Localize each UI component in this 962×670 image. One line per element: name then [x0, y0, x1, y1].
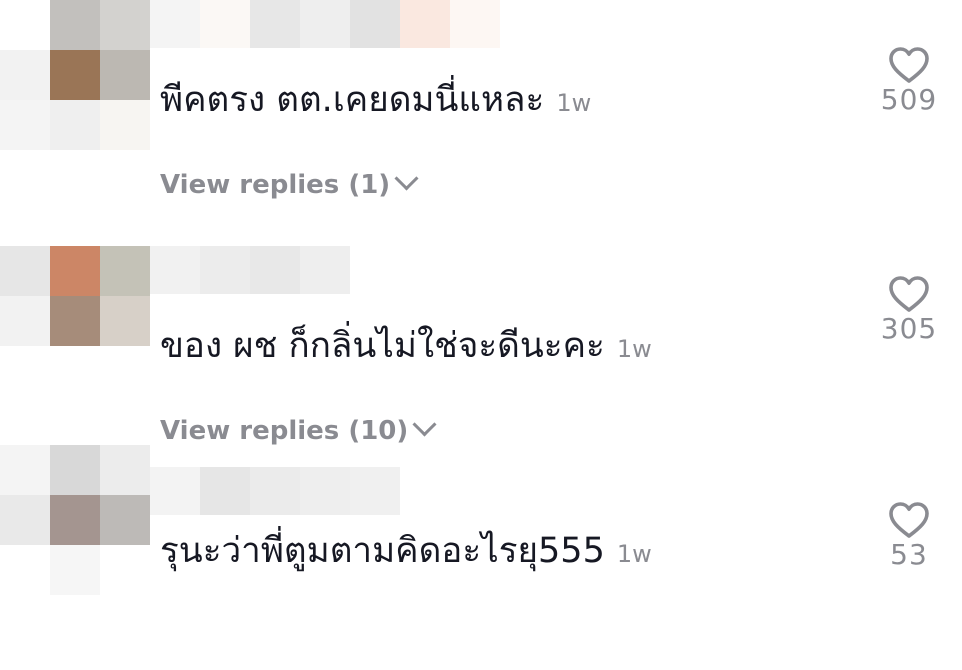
comment-body: รุนะว่าพี่ตูมตามคิดอะไรยุ555: [160, 531, 605, 571]
comment-text: ของ ผช ก็กลิ่นไม่ใช่จะดีนะคะ 1w: [160, 324, 652, 371]
avatar-tile: [50, 246, 100, 296]
blur-block: [400, 467, 450, 515]
like-button[interactable]: 53: [868, 500, 950, 572]
blur-block: [350, 0, 400, 48]
avatar-tile: [0, 495, 50, 545]
comment-item: ของ ผช ก็กลิ่นไม่ใช่จะดีนะคะ 1w View repl…: [0, 246, 962, 471]
avatar-tile: [50, 445, 100, 495]
blur-block: [150, 0, 200, 48]
avatar-tile: [50, 50, 100, 100]
username-blurred[interactable]: [150, 467, 500, 515]
avatar-tile: [100, 0, 150, 50]
avatar-tile: [0, 246, 50, 296]
avatar-tile: [0, 50, 50, 100]
like-count: 53: [890, 538, 928, 571]
avatar-tile: [50, 495, 100, 545]
avatar-tile: [100, 100, 150, 150]
comment-text: รุนะว่าพี่ตูมตามคิดอะไรยุ555 1w: [160, 529, 652, 576]
avatar-tile: [0, 296, 50, 346]
avatar-tile: [100, 246, 150, 296]
avatar-tile: [50, 545, 100, 595]
blur-block: [450, 0, 500, 48]
chevron-down-icon: [394, 166, 419, 191]
avatar-tile: [50, 0, 100, 50]
blur-block: [150, 246, 200, 294]
avatar-tile: [0, 445, 50, 495]
username-blurred[interactable]: [150, 0, 500, 48]
blur-block: [250, 467, 300, 515]
avatar[interactable]: [0, 0, 150, 150]
comment-item: พีคตรง ตต.เคยดมนี่แหละ 1w View replies (1…: [0, 0, 962, 225]
chevron-down-icon: [412, 412, 437, 437]
heart-icon: [889, 502, 929, 538]
like-count: 509: [880, 83, 938, 116]
username-blurred[interactable]: [150, 246, 500, 294]
comment-body: ของ ผช ก็กลิ่นไม่ใช่จะดีนะคะ: [160, 326, 605, 366]
view-replies-label: View replies (10): [160, 416, 409, 446]
comment-item: รุนะว่าพี่ตูมตามคิดอะไรยุ555 1w 53: [0, 445, 962, 670]
avatar[interactable]: [0, 445, 150, 595]
comment-time: 1w: [616, 540, 652, 568]
blur-block: [250, 0, 300, 48]
avatar-tile: [50, 100, 100, 150]
blur-block: [200, 467, 250, 515]
view-replies-button[interactable]: View replies (10): [160, 412, 437, 448]
view-replies-label: View replies (1): [160, 170, 391, 200]
heart-icon: [889, 47, 929, 83]
avatar-tile: [0, 100, 50, 150]
like-button[interactable]: 305: [868, 274, 950, 346]
avatar-tile: [100, 50, 150, 100]
avatar-tile: [100, 495, 150, 545]
avatar-tile: [50, 296, 100, 346]
comment-time: 1w: [556, 89, 592, 117]
blur-block: [200, 246, 250, 294]
avatar[interactable]: [0, 246, 150, 396]
avatar-tile: [100, 296, 150, 346]
blur-block: [300, 0, 350, 48]
blur-block: [250, 246, 300, 294]
comment-text: พีคตรง ตต.เคยดมนี่แหละ 1w: [160, 78, 591, 125]
comment-time: 1w: [616, 335, 652, 363]
comment-body: พีคตรง ตต.เคยดมนี่แหละ: [160, 80, 545, 120]
like-button[interactable]: 509: [868, 45, 950, 117]
avatar-tile: [100, 445, 150, 495]
blur-block: [200, 0, 250, 48]
view-replies-button[interactable]: View replies (1): [160, 166, 419, 202]
blur-block: [400, 0, 450, 48]
blur-block: [300, 246, 350, 294]
like-count: 305: [880, 312, 938, 345]
heart-icon: [889, 276, 929, 312]
blur-block: [300, 467, 350, 515]
blur-block: [150, 467, 200, 515]
blur-block: [350, 467, 400, 515]
